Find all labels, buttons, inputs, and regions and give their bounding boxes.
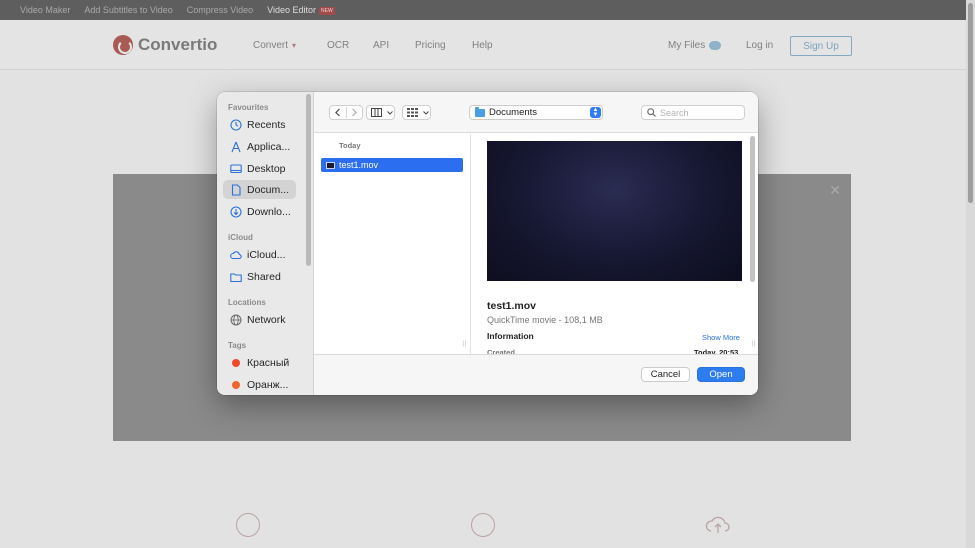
nav-my-files[interactable]: My Files: [668, 40, 722, 51]
topbar-link-add-subtitles[interactable]: Add Subtitles to Video: [84, 5, 172, 15]
back-button[interactable]: [330, 106, 346, 119]
globe-icon: [230, 314, 242, 326]
folder-icon: [475, 106, 485, 117]
open-file-dialog: Favourites Recents Applica... Desktop Do…: [217, 92, 758, 395]
location-popup[interactable]: Documents ▲ ▼: [469, 105, 603, 120]
star-feature-icon: [471, 513, 495, 537]
sidebar-item-downloads[interactable]: Downlo...: [223, 202, 296, 221]
cancel-button[interactable]: Cancel: [641, 367, 690, 382]
nav-login[interactable]: Log in: [746, 40, 773, 51]
dialog-sidebar: Favourites Recents Applica... Desktop Do…: [217, 92, 314, 395]
sidebar-section-icloud: iCloud: [228, 233, 253, 242]
sidebar-item-desktop[interactable]: Desktop: [223, 159, 296, 178]
sidebar-item-icloud-drive[interactable]: iCloud...: [223, 245, 296, 264]
new-badge: NEW: [319, 7, 335, 15]
page-scrollbar-thumb[interactable]: [968, 3, 973, 203]
signup-button[interactable]: Sign Up: [790, 36, 852, 56]
information-heading: Information: [487, 331, 534, 341]
topbar-link-compress-video[interactable]: Compress Video: [187, 5, 253, 15]
page-scrollbar[interactable]: [966, 0, 975, 548]
convert-feature-icon: [236, 513, 260, 537]
search-icon: [647, 108, 656, 117]
sidebar-item-applications[interactable]: Applica...: [223, 137, 296, 156]
movie-file-icon: [326, 161, 335, 169]
site-header: Convertio Convert ▾ OCR API Pricing Help …: [0, 20, 975, 70]
search-field[interactable]: [641, 105, 745, 120]
column-resize-handle[interactable]: ||: [463, 341, 466, 347]
chevron-down-icon: [385, 106, 394, 119]
topbar-link-video-editor[interactable]: Video Editor NEW: [267, 5, 335, 15]
red-tag-dot-icon: [232, 358, 240, 367]
cloud-icon: [230, 249, 242, 261]
video-preview-thumbnail: [487, 141, 742, 281]
nav-help[interactable]: Help: [472, 40, 493, 51]
chevron-right-icon: [352, 108, 358, 117]
back-forward-control: [329, 105, 363, 120]
sidebar-item-tag-orange[interactable]: Оранж...: [223, 375, 296, 394]
cloud-upload-feature-icon: [705, 513, 730, 537]
nav-pricing[interactable]: Pricing: [415, 40, 446, 51]
nav-api[interactable]: API: [373, 40, 389, 51]
file-row-test1-mov[interactable]: test1.mov: [321, 158, 463, 172]
sidebar-item-shared[interactable]: Shared: [223, 267, 296, 286]
columns-view-icon: [367, 106, 385, 119]
show-more-link[interactable]: Show More: [702, 333, 740, 342]
sidebar-section-tags: Tags: [228, 341, 247, 350]
desktop-icon: [230, 163, 242, 175]
logo-icon: [113, 35, 133, 55]
sidebar-section-favourites: Favourites: [228, 103, 269, 112]
sidebar-item-tag-red[interactable]: Красный: [223, 353, 296, 372]
sidebar-scrollbar[interactable]: [306, 94, 311, 266]
shared-folder-icon: [230, 271, 242, 283]
download-icon: [230, 205, 242, 218]
preview-pane: test1.mov QuickTime movie - 108,1 MB Inf…: [472, 134, 758, 357]
open-button[interactable]: Open: [697, 367, 745, 382]
chevron-down-icon: [421, 106, 430, 119]
orange-tag-dot-icon: [232, 380, 240, 389]
preview-file-kind: QuickTime movie - 108,1 MB: [487, 315, 603, 325]
sidebar-item-documents[interactable]: Docum...: [223, 180, 296, 199]
chevron-down-icon: ▾: [292, 41, 297, 50]
forward-button[interactable]: [346, 106, 362, 119]
preview-scrollbar[interactable]: [750, 136, 755, 282]
nav-convert[interactable]: Convert ▾: [253, 40, 296, 51]
chevron-left-icon: [334, 108, 340, 117]
close-icon[interactable]: ✕: [829, 182, 841, 199]
up-down-stepper-icon: ▲ ▼: [590, 107, 601, 118]
search-input[interactable]: [660, 107, 740, 118]
document-icon: [230, 183, 242, 196]
clock-icon: [230, 118, 242, 131]
file-browser-column[interactable]: Today test1.mov ||: [314, 134, 471, 354]
grid-icon: [403, 106, 421, 119]
logo-text: Convertio: [138, 35, 218, 54]
sidebar-item-recents[interactable]: Recents: [223, 115, 296, 134]
top-link-bar: Video Maker Add Subtitles to Video Compr…: [0, 0, 975, 20]
nav-ocr[interactable]: OCR: [327, 40, 349, 51]
preview-resize-handle[interactable]: ||: [752, 341, 755, 347]
preview-file-name: test1.mov: [487, 300, 537, 312]
my-files-count-badge: [709, 41, 722, 50]
dialog-toolbar: Documents ▲ ▼: [314, 92, 758, 133]
logo[interactable]: Convertio: [113, 35, 217, 55]
applications-icon: [230, 141, 242, 153]
group-by-button[interactable]: [402, 105, 431, 120]
dialog-footer: Cancel Open: [314, 354, 758, 395]
view-mode-button[interactable]: [366, 105, 395, 120]
group-header-today: Today: [339, 141, 361, 150]
topbar-link-video-maker[interactable]: Video Maker: [20, 5, 70, 15]
sidebar-section-locations: Locations: [228, 298, 266, 307]
sidebar-item-network[interactable]: Network: [223, 310, 296, 329]
